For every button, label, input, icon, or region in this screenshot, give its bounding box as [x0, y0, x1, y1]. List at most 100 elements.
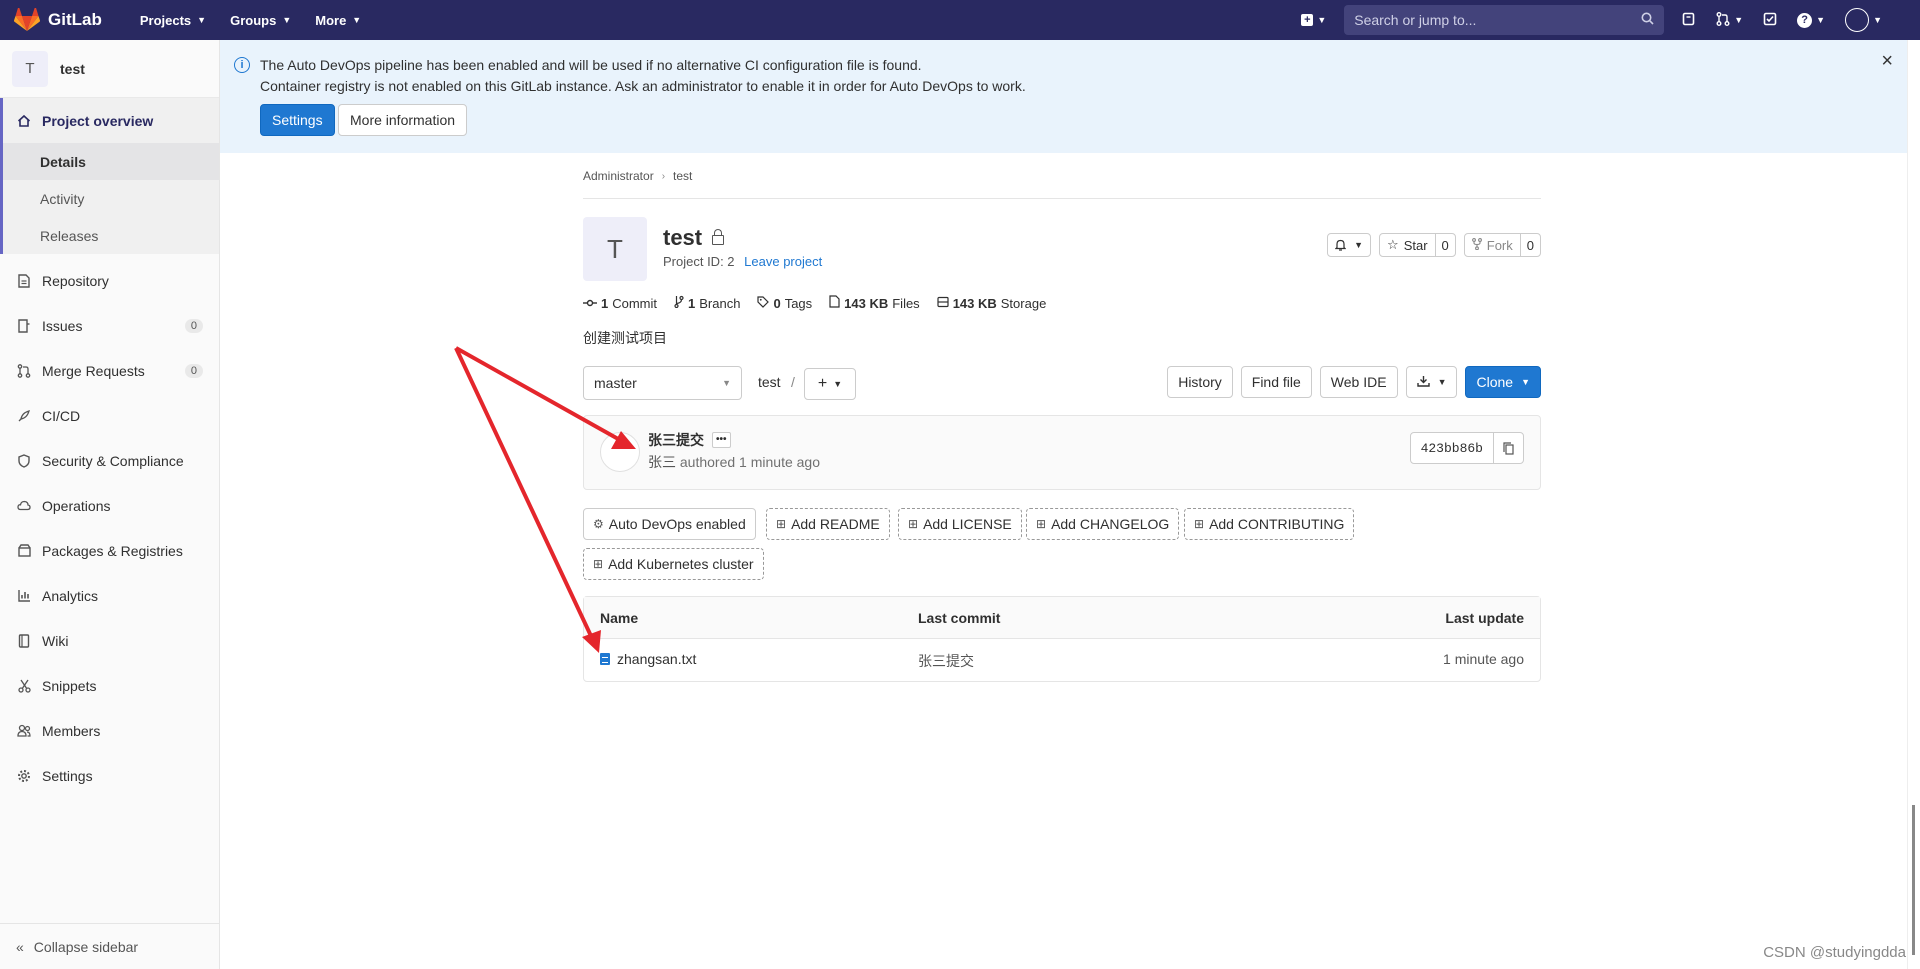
star-icon: ☆ [1387, 237, 1399, 252]
add-license-button[interactable]: ⊞ Add LICENSE [898, 508, 1022, 540]
sidebar-item-packages-registries[interactable]: Packages & Registries [0, 528, 219, 573]
file-name-link[interactable]: zhangsan.txt [600, 651, 696, 667]
file-last-commit[interactable]: 张三提交 [918, 651, 974, 671]
users-icon [16, 724, 32, 737]
merge-requests-nav-button[interactable]: ▼ [1706, 11, 1753, 29]
sidebar-item-wiki[interactable]: Wiki [0, 618, 219, 663]
fork-count[interactable]: 0 [1519, 234, 1540, 256]
add-changelog-button[interactable]: ⊞ Add CHANGELOG [1026, 508, 1180, 540]
files-label: Files [892, 295, 920, 311]
sidebar-item-project-overview[interactable]: Project overview [3, 98, 219, 143]
issues-nav-button[interactable] [1672, 12, 1706, 29]
nav-more-dropdown[interactable]: More ▼ [303, 0, 373, 40]
stat-files[interactable]: 143 KB Files [829, 295, 920, 311]
sidebar-project-header[interactable]: T test [0, 40, 219, 98]
chevron-right-icon: › [661, 170, 666, 182]
download-dropdown[interactable]: ▼ [1405, 366, 1458, 398]
sidebar-item-operations[interactable]: Operations [0, 483, 219, 528]
sidebar-item-snippets[interactable]: Snippets [0, 663, 219, 708]
find-file-button[interactable]: Find file [1240, 366, 1312, 398]
sidebar-item-cicd[interactable]: CI/CD [0, 393, 219, 438]
fork-button-group[interactable]: Fork 0 [1463, 233, 1541, 257]
path-separator: / [791, 374, 795, 390]
file-text-icon [600, 653, 610, 665]
star-button-group[interactable]: ☆ Star 0 [1379, 233, 1456, 257]
help-dropdown[interactable]: ? ▼ [1787, 12, 1835, 28]
web-ide-button[interactable]: Web IDE [1319, 366, 1398, 398]
sidebar-item-issues[interactable]: Issues 0 [0, 303, 219, 348]
new-dropdown[interactable]: + ▼ [1291, 14, 1336, 26]
stat-branches[interactable]: 1 Branch [674, 295, 740, 311]
sidebar-item-merge-requests[interactable]: Merge Requests 0 [0, 348, 219, 393]
leave-project-link[interactable]: Leave project [744, 254, 822, 269]
plus-square-icon: + [1301, 14, 1314, 26]
add-contributing-button[interactable]: ⊞ Add CONTRIBUTING [1184, 508, 1355, 540]
auto-devops-enabled-button[interactable]: ⚙ Auto DevOps enabled [583, 508, 756, 540]
alert-more-information-button[interactable]: More information [338, 104, 468, 136]
close-icon[interactable]: × [1881, 50, 1893, 73]
add-readme-button[interactable]: ⊞ Add README [766, 508, 890, 540]
branch-selector[interactable]: master ▼ [583, 366, 742, 400]
sidebar-subitem-details[interactable]: Details [3, 143, 219, 180]
storage-label: Storage [1000, 295, 1047, 311]
brand-name: GitLab [48, 10, 102, 29]
gitlab-logo[interactable]: GitLab [14, 0, 102, 40]
notification-dropdown[interactable]: ▼ [1327, 233, 1372, 257]
plus-square-icon: ⊞ [908, 517, 919, 531]
stat-commits[interactable]: 1 Commit [583, 295, 657, 311]
merge-request-icon [1716, 11, 1730, 29]
project-title: test [663, 225, 725, 251]
clone-dropdown[interactable]: Clone ▼ [1465, 366, 1541, 398]
merge-request-icon [16, 363, 32, 378]
add-kubernetes-cluster-button[interactable]: ⊞ Add Kubernetes cluster [583, 548, 764, 580]
sidebar-subitem-releases[interactable]: Releases [3, 217, 219, 254]
table-row[interactable]: zhangsan.txt 张三提交 1 minute ago [584, 639, 1540, 681]
user-menu-dropdown[interactable]: ▼ [1835, 8, 1892, 32]
breadcrumb-item-administrator[interactable]: Administrator [583, 169, 654, 183]
search-icon [1641, 12, 1654, 28]
commit-author-link[interactable]: 张三 [648, 454, 676, 470]
commit-icon [583, 296, 597, 311]
column-header-last-update: Last update [1445, 610, 1524, 626]
collapse-sidebar-button[interactable]: « Collapse sidebar [0, 923, 219, 969]
project-id: Project ID: 2 [663, 254, 735, 269]
nav-projects-dropdown[interactable]: Projects ▼ [128, 0, 218, 40]
stat-tags[interactable]: 0 Tags [757, 295, 812, 311]
breadcrumb-item-test[interactable]: test [673, 169, 692, 183]
gear-icon [16, 769, 32, 783]
copy-icon[interactable] [1493, 433, 1523, 463]
rocket-icon [16, 409, 32, 423]
fork-button[interactable]: Fork [1465, 234, 1520, 256]
repo-toolbar: master ▼ test / + ▼ History Find file Web… [583, 366, 1541, 400]
commit-authored-time: authored 1 minute ago [679, 454, 820, 470]
history-button[interactable]: History [1167, 366, 1233, 398]
lock-icon [712, 229, 725, 245]
branches-count: 1 [688, 295, 696, 311]
sidebar-item-repository[interactable]: Repository [0, 258, 219, 303]
shield-icon [16, 453, 32, 468]
commit-author-avatar[interactable] [600, 432, 640, 472]
sidebar-item-security-compliance[interactable]: Security & Compliance [0, 438, 219, 483]
path-root-link[interactable]: test [758, 374, 781, 390]
sidebar-item-label: Merge Requests [42, 362, 145, 379]
page-scrollbar[interactable] [1907, 40, 1920, 969]
commit-title-link[interactable]: 张三提交 [648, 430, 704, 450]
scrollbar-thumb[interactable] [1912, 805, 1915, 955]
nav-groups-dropdown[interactable]: Groups ▼ [218, 0, 303, 40]
sidebar-item-label: Wiki [42, 632, 69, 649]
sidebar-item-analytics[interactable]: Analytics [0, 573, 219, 618]
tag-icon [757, 295, 770, 311]
sidebar-item-members[interactable]: Members [0, 708, 219, 753]
star-button[interactable]: ☆ Star [1380, 234, 1435, 256]
chevron-down-icon: ▼ [722, 378, 731, 388]
todos-nav-button[interactable] [1753, 12, 1787, 29]
alert-settings-button[interactable]: Settings [260, 104, 335, 136]
expand-commit-description-button[interactable]: ••• [712, 432, 731, 448]
nav-projects-label: Projects [139, 12, 192, 28]
sidebar-subitem-activity[interactable]: Activity [3, 180, 219, 217]
star-count[interactable]: 0 [1434, 234, 1455, 256]
sidebar-item-settings[interactable]: Settings [0, 753, 219, 798]
commit-sha-label[interactable]: 423bb86b [1411, 433, 1493, 463]
add-to-tree-dropdown[interactable]: + ▼ [804, 368, 856, 400]
search-input[interactable]: Search or jump to... [1344, 5, 1665, 35]
